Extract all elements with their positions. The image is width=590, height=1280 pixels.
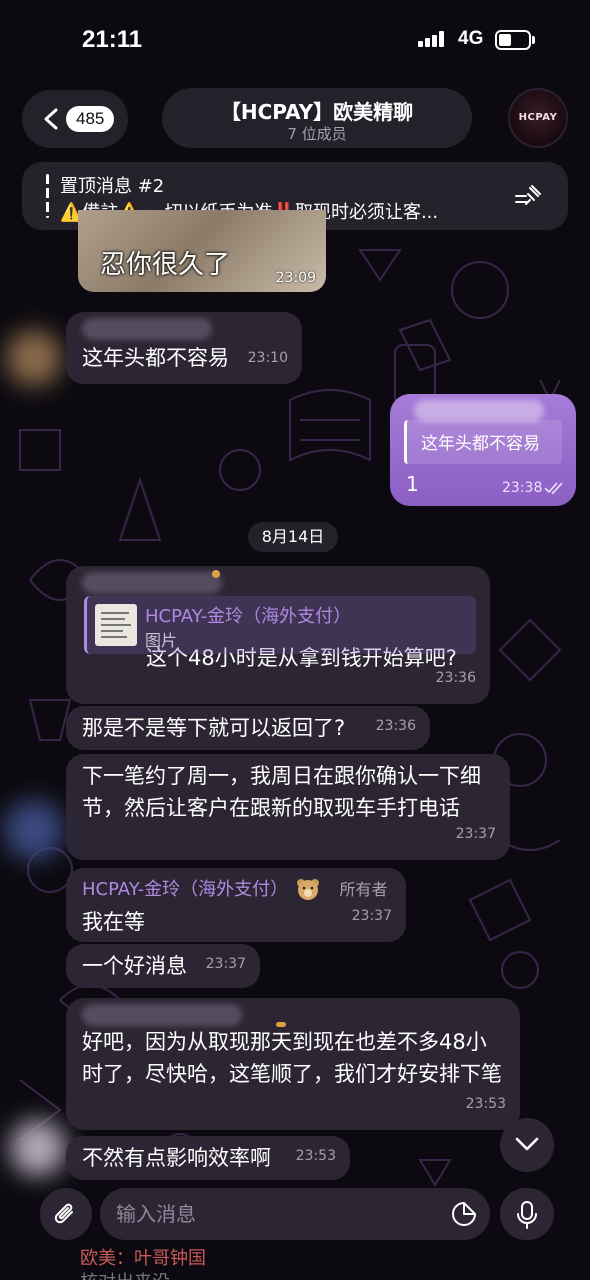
message-time: 23:38 <box>502 480 543 496</box>
status-time: 21:11 <box>82 26 143 53</box>
sender-avatar[interactable] <box>6 330 62 386</box>
message-bubble[interactable]: 下一笔约了周一，我周日在跟你确认一下细节，然后让客户在跟新的取现车手打电话 23… <box>66 754 510 860</box>
date-divider: 8月14日 <box>248 522 338 552</box>
image-caption: 忍你很久了 <box>100 250 231 280</box>
sender-name[interactable]: HCPAY-金玲（海外支付） <box>82 879 288 900</box>
attach-button[interactable] <box>40 1188 92 1240</box>
message-time: 23:37 <box>205 956 246 972</box>
battery-tip <box>532 36 535 44</box>
message-time: 23:09 <box>275 270 316 286</box>
sender-name-blurred <box>82 318 212 340</box>
sender-avatar[interactable] <box>4 800 64 860</box>
chat-header[interactable]: 【HCPAY】欧美精聊 7 位成员 <box>162 88 472 148</box>
owner-badge: 所有者 <box>339 880 388 899</box>
signal-icon <box>418 31 448 47</box>
message-text: 1 <box>406 472 419 496</box>
quote-thumbnail <box>95 604 137 646</box>
image-message[interactable]: 忍你很久了 23:09 <box>78 210 326 292</box>
scroll-to-bottom-button[interactable] <box>500 1118 554 1172</box>
message-composer <box>100 1188 490 1240</box>
message-time: 23:37 <box>455 826 496 842</box>
outgoing-message-bubble[interactable]: 这年头都不容易 1 23:38 <box>390 394 576 506</box>
message-text: 好吧，因为从取现那天到现在也差不多48小时了，尽快哈，这笔顺了，我们才好安排下笔 <box>82 1030 502 1086</box>
chat-title: 【HCPAY】欧美精聊 <box>220 100 414 124</box>
paperclip-icon <box>54 1203 73 1224</box>
sender-row: HCPAY-金玲（海外支付） 所有者 <box>82 872 390 906</box>
chevron-left-icon <box>44 108 58 130</box>
message-bubble[interactable]: HCPAY-金玲（海外支付） 所有者 我在等 23:37 <box>66 868 406 942</box>
status-bar: 21:11 4G <box>0 0 590 80</box>
peek-text: 核对出来没 <box>80 1268 170 1280</box>
network-type: 4G <box>458 28 484 49</box>
message-time: 23:36 <box>375 718 416 734</box>
message-time: 23:53 <box>295 1148 336 1164</box>
message-text: 我在等 <box>82 910 145 934</box>
message-bubble[interactable]: 一个好消息 23:37 <box>66 944 260 988</box>
avatar-logo-text: HCPAY <box>518 112 558 123</box>
message-bubble[interactable]: 好吧，因为从取现那天到现在也差不多48小时了，尽快哈，这笔顺了，我们才好安排下笔… <box>66 998 520 1130</box>
pin-list-icon[interactable] <box>514 184 542 208</box>
peek-sender: 欧美：叶哥钟国 <box>80 1248 206 1269</box>
sender-avatar[interactable] <box>10 1120 66 1176</box>
battery-icon <box>495 30 531 50</box>
sender-emoji <box>276 1022 286 1027</box>
sender-emoji <box>212 570 220 578</box>
message-text: 这年头都不容易 <box>82 346 229 370</box>
message-text: 那是不是等下就可以返回了? <box>82 716 346 740</box>
voice-record-button[interactable] <box>500 1188 554 1240</box>
message-time: 23:37 <box>351 908 392 924</box>
message-text: 下一笔约了周一，我周日在跟你确认一下细节，然后让客户在跟新的取现车手打电话 <box>82 764 481 820</box>
sender-name-blurred <box>82 1004 242 1026</box>
unread-count-badge: 485 <box>66 106 115 132</box>
pinned-title: 置顶消息 #2 <box>60 176 165 197</box>
microphone-icon <box>517 1201 537 1229</box>
bear-emoji-icon <box>296 879 319 900</box>
message-bubble[interactable]: 不然有点影响效率啊 23:53 <box>66 1136 350 1180</box>
reply-sender-blurred <box>414 400 544 422</box>
read-checkmarks-icon <box>544 482 563 494</box>
back-button[interactable]: 485 <box>22 90 128 148</box>
sender-name-blurred <box>82 572 222 594</box>
pinned-indicator <box>46 174 49 218</box>
reply-preview[interactable]: 这年头都不容易 <box>404 420 562 464</box>
quoted-message[interactable]: HCPAY-金玲（海外支付） 图片 <box>84 596 476 654</box>
message-time: 23:53 <box>465 1096 506 1112</box>
message-time: 23:10 <box>247 350 288 366</box>
group-avatar[interactable]: HCPAY <box>508 88 568 148</box>
message-bubble[interactable]: 这年头都不容易 23:10 <box>66 312 302 384</box>
message-bubble[interactable]: 那是不是等下就可以返回了? 23:36 <box>66 706 430 750</box>
message-input[interactable] <box>116 1188 436 1240</box>
chevron-down-icon <box>515 1137 539 1151</box>
member-count: 7 位成员 <box>287 125 347 143</box>
reply-text: 这年头都不容易 <box>421 434 540 454</box>
quote-type: 图片 <box>145 631 178 650</box>
sticker-icon[interactable] <box>450 1200 478 1228</box>
quote-sender: HCPAY-金玲（海外支付） <box>145 606 352 627</box>
message-time: 23:36 <box>435 670 476 686</box>
